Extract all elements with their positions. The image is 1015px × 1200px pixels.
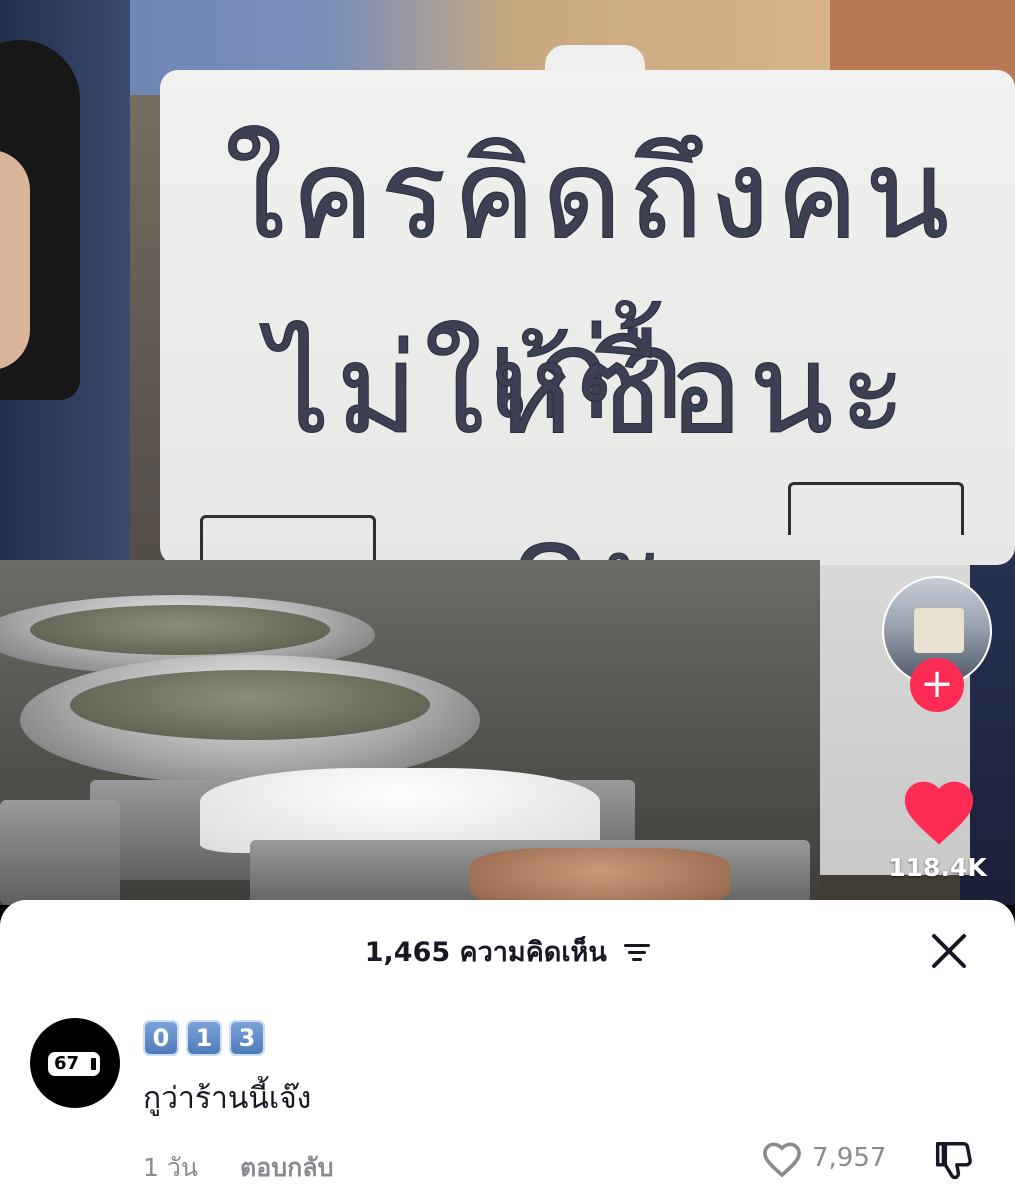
commenter-username[interactable]: 0 1 3 [143,1020,265,1056]
close-icon [932,934,966,968]
side-tray [0,800,120,905]
comment-like-count: 7,957 [812,1143,887,1173]
person-face [0,150,30,370]
comment-time: 1 วัน [143,1153,198,1182]
dislike-icon [935,1142,972,1180]
commenter-avatar[interactable]: 67 [30,1018,120,1108]
keycap-digit: 1 [186,1020,222,1056]
avatar-badge: 67 [48,1052,100,1076]
dislike-button[interactable] [930,1138,976,1184]
meat [470,848,730,905]
comments-header: 1,465 ความคิดเห็น [0,930,1015,973]
bowl-vegetables [70,670,430,740]
heart-outline-icon [763,1142,801,1178]
avatar-image [914,608,964,653]
video-player[interactable]: ใครคิดถึงคนเก่า ไม่ให้ซื้อนะคะ [0,0,1015,905]
comment-text: กูว่าร้านนี้เจ๊ง [143,1081,312,1116]
heart-icon [904,781,974,845]
keycap-digit: 3 [229,1020,265,1056]
sign-clip-right [788,482,964,535]
reply-button[interactable]: ตอบกลับ [240,1148,333,1188]
like-button[interactable] [898,770,980,848]
close-button[interactable] [928,930,970,972]
sort-icon[interactable] [624,938,651,969]
like-count: 118.4K [888,853,987,882]
bowl-vegetables [30,605,330,655]
comments-count: 1,465 ความคิดเห็น [364,937,607,968]
follow-button[interactable]: + [910,658,964,712]
plus-icon: + [920,661,954,707]
keycap-digit: 0 [143,1020,179,1056]
comment-like-button[interactable]: 7,957 [760,1138,886,1178]
